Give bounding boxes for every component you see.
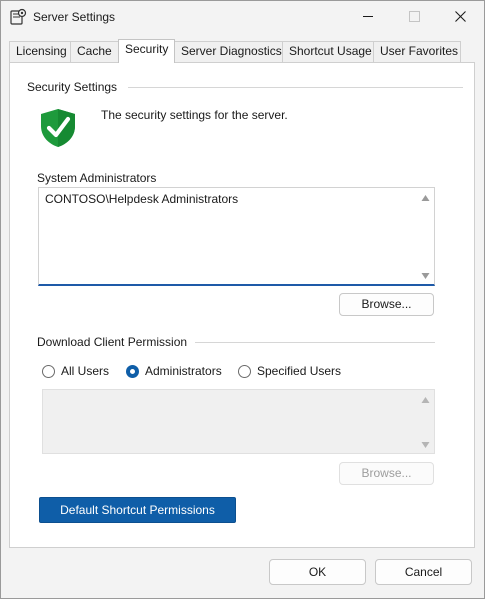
- tab-user-favorites[interactable]: User Favorites: [373, 41, 461, 62]
- tab-shortcut-usage[interactable]: Shortcut Usage: [282, 41, 374, 62]
- security-description: The security settings for the server.: [101, 108, 288, 122]
- divider: [128, 87, 463, 88]
- list-item[interactable]: CONTOSO\Helpdesk Administrators: [45, 192, 238, 206]
- system-administrators-label: System Administrators: [37, 171, 157, 185]
- system-administrators-list[interactable]: CONTOSO\Helpdesk Administrators: [38, 187, 435, 286]
- tab-security[interactable]: Security: [118, 39, 175, 63]
- cancel-button[interactable]: Cancel: [375, 559, 472, 585]
- server-settings-window: Server Settings Licensing Cache Security…: [0, 0, 485, 599]
- maximize-button: [392, 1, 438, 33]
- tab-cache[interactable]: Cache: [70, 41, 119, 62]
- security-settings-heading: Security Settings: [27, 80, 118, 94]
- ok-button[interactable]: OK: [269, 559, 366, 585]
- specified-users-list: [42, 389, 435, 454]
- scroll-up-arrow-icon[interactable]: [421, 194, 430, 202]
- radio-button-circle: [42, 365, 55, 378]
- title-bar: Server Settings: [1, 1, 484, 33]
- download-client-permission-heading: Download Client Permission: [37, 335, 188, 349]
- minimize-button[interactable]: [346, 1, 392, 33]
- radio-label: All Users: [61, 364, 110, 378]
- minimize-icon: [363, 16, 373, 17]
- server-settings-app-icon: [10, 8, 27, 25]
- radio-label: Specified Users: [257, 364, 342, 378]
- default-shortcut-permissions-button[interactable]: Default Shortcut Permissions: [39, 497, 236, 523]
- maximize-icon: [409, 11, 420, 22]
- tab-licensing[interactable]: Licensing: [9, 41, 71, 62]
- scroll-down-arrow-icon: [421, 442, 430, 448]
- scroll-up-arrow-icon: [421, 397, 430, 403]
- shield-check-icon: [41, 109, 75, 147]
- close-button[interactable]: [438, 1, 484, 33]
- scroll-down-arrow-icon[interactable]: [421, 272, 430, 280]
- tab-server-diagnostics[interactable]: Server Diagnostics: [174, 41, 283, 62]
- radio-button-circle: [126, 365, 139, 378]
- specified-users-browse-button: Browse...: [339, 462, 434, 485]
- admins-browse-button[interactable]: Browse...: [339, 293, 434, 316]
- window-title: Server Settings: [33, 10, 116, 24]
- radio-button-circle: [238, 365, 251, 378]
- security-panel: Security Settings The security settings …: [9, 62, 475, 548]
- close-icon: [455, 11, 466, 22]
- radio-label: Administrators: [145, 364, 222, 378]
- divider: [195, 342, 435, 343]
